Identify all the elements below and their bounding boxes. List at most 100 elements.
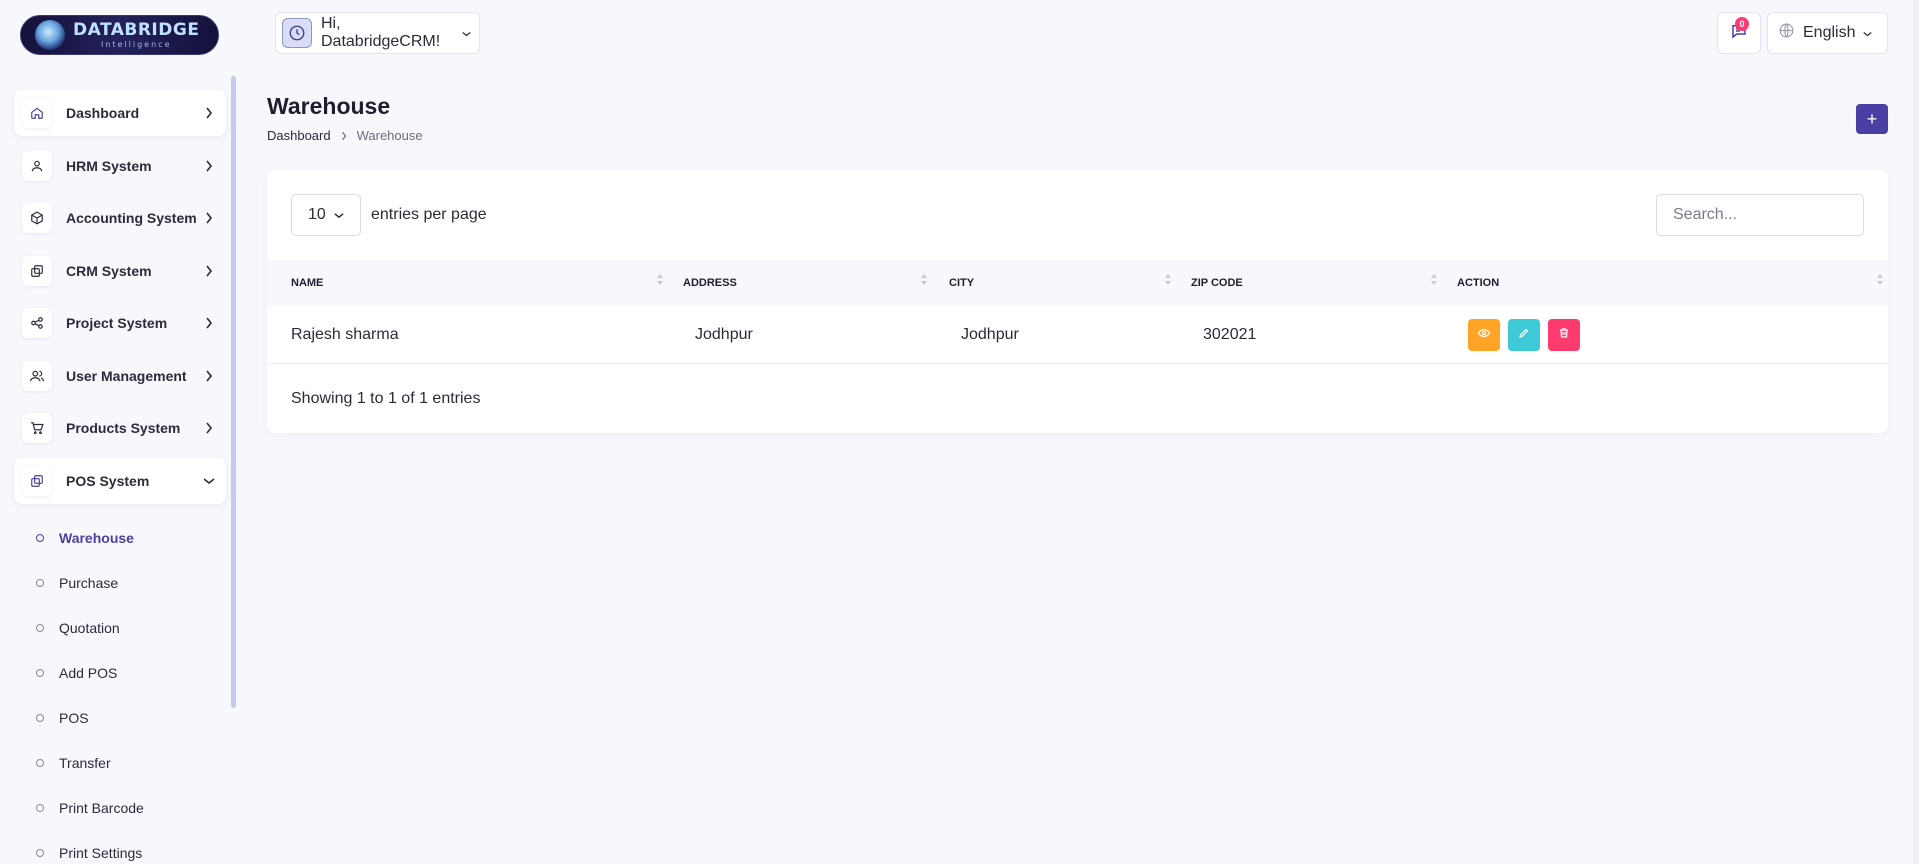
sidebar-item-dashboard[interactable]: Dashboard — [14, 90, 226, 136]
sidebar-item-label: User Management — [66, 367, 187, 384]
notification-badge: 0 — [1735, 17, 1749, 31]
sidebar-item-user-management[interactable]: User Management — [14, 353, 226, 399]
submenu-label: Purchase — [59, 574, 119, 591]
sidebar-item-label: HRM System — [66, 157, 152, 174]
eye-icon — [1477, 326, 1491, 344]
chevron-down-icon — [1863, 24, 1873, 42]
submenu-item-print-barcode[interactable]: Print Barcode — [36, 785, 226, 830]
chevron-right-icon — [202, 106, 216, 120]
column-header-city[interactable]: CITY — [949, 260, 974, 306]
bullet-icon — [36, 578, 44, 587]
chevron-right-icon — [202, 264, 216, 278]
chevron-right-icon — [202, 421, 216, 435]
sidebar-item-label: CRM System — [66, 262, 152, 279]
chevron-down-icon — [334, 206, 344, 224]
sort-icon — [921, 274, 927, 285]
add-warehouse-button[interactable]: + — [1856, 104, 1888, 134]
sidebar-item-hrm[interactable]: HRM System — [14, 143, 226, 189]
pencil-icon — [1518, 326, 1530, 344]
cart-icon — [22, 413, 52, 443]
delete-button[interactable] — [1548, 319, 1580, 351]
sidebar-nav: Dashboard HRM System Accounting System C… — [14, 90, 226, 510]
column-label: ADDRESS — [683, 277, 737, 289]
user-icon — [22, 150, 52, 181]
column-header-address[interactable]: ADDRESS — [683, 260, 737, 306]
bullet-icon — [36, 803, 44, 812]
language-label: English — [1803, 24, 1856, 41]
user-menu-button[interactable]: Hi, DatabridgeCRM! — [275, 12, 480, 54]
chevron-right-icon — [341, 131, 347, 141]
chevron-right-icon — [202, 369, 216, 383]
search-input[interactable] — [1656, 194, 1864, 236]
avatar — [282, 18, 312, 48]
sidebar-item-label: Accounting System — [66, 210, 197, 226]
bullet-icon — [36, 848, 44, 857]
submenu-item-transfer[interactable]: Transfer — [36, 740, 226, 785]
sidebar-item-accounting[interactable]: Accounting System — [14, 195, 226, 241]
warehouse-table-card: 10 entries per page NAME ADDRESS CITY ZI… — [267, 170, 1888, 433]
sort-icon — [1877, 274, 1883, 285]
logo-mark-icon — [35, 20, 65, 50]
bullet-icon — [36, 623, 44, 632]
submenu-item-warehouse[interactable]: Warehouse — [36, 515, 226, 560]
submenu-item-pos[interactable]: POS — [36, 695, 226, 740]
chevron-right-icon — [202, 211, 216, 225]
submenu-label: Add POS — [59, 664, 118, 681]
sidebar-item-products[interactable]: Products System — [14, 405, 226, 451]
submenu-item-print-settings[interactable]: Print Settings — [36, 830, 226, 864]
bullet-icon — [36, 533, 44, 542]
cell-actions — [1468, 306, 1588, 364]
bullet-icon — [36, 713, 44, 722]
breadcrumb-dashboard[interactable]: Dashboard — [267, 128, 331, 143]
sidebar-item-label: POS System — [66, 472, 150, 489]
sidebar-item-label: Dashboard — [66, 105, 140, 121]
language-selector[interactable]: English — [1767, 12, 1888, 54]
submenu-item-quotation[interactable]: Quotation — [36, 605, 226, 650]
sidebar: DATABRIDGE Intelligence Dashboard HRM Sy… — [0, 0, 240, 864]
sidebar-item-label: Project System — [66, 315, 168, 331]
submenu-label: Transfer — [59, 754, 111, 771]
sidebar-item-crm[interactable]: CRM System — [14, 248, 226, 294]
column-label: ACTION — [1457, 277, 1500, 289]
cell-address: Jodhpur — [695, 326, 753, 343]
brand-name: DATABRIDGE — [73, 19, 200, 40]
chevron-down-icon — [202, 474, 216, 488]
column-header-zip-code[interactable]: ZIP CODE — [1191, 260, 1243, 306]
per-page-label: entries per page — [371, 206, 487, 223]
column-header-action[interactable]: ACTION — [1457, 260, 1499, 306]
layers-icon — [22, 465, 52, 496]
submenu-item-purchase[interactable]: Purchase — [36, 560, 226, 605]
sidebar-item-pos[interactable]: POS System — [14, 457, 226, 504]
per-page-select[interactable]: 10 — [291, 194, 361, 236]
view-button[interactable] — [1468, 319, 1500, 351]
cell-name: Rajesh sharma — [291, 326, 399, 343]
table-row: Rajesh sharma Jodhpur Jodhpur 302021 — [267, 306, 1888, 364]
sidebar-item-label: Products System — [66, 420, 181, 436]
submenu-item-add-pos[interactable]: Add POS — [36, 650, 226, 695]
column-label: CITY — [949, 277, 975, 289]
column-label: NAME — [291, 277, 324, 289]
table-info: Showing 1 to 1 of 1 entries — [291, 390, 481, 407]
breadcrumb: Dashboard Warehouse — [267, 128, 423, 143]
share-icon — [22, 308, 52, 338]
page-scrollbar[interactable] — [1913, 0, 1919, 864]
trash-icon — [1558, 326, 1570, 344]
pos-submenu: Warehouse Purchase Quotation Add POS POS… — [36, 515, 226, 864]
table-header: NAME ADDRESS CITY ZIP CODE ACTION — [267, 260, 1888, 306]
entries-per-page: 10 entries per page — [291, 194, 487, 236]
sidebar-item-project[interactable]: Project System — [14, 300, 226, 346]
layers-icon — [22, 255, 52, 286]
sidebar-scrollbar[interactable] — [231, 76, 236, 708]
edit-button[interactable] — [1508, 319, 1540, 351]
per-page-value: 10 — [308, 206, 326, 223]
column-header-name[interactable]: NAME — [291, 260, 323, 306]
sort-icon — [657, 274, 663, 285]
users-icon — [22, 360, 52, 391]
user-greeting: Hi, DatabridgeCRM! — [321, 15, 441, 50]
column-label: ZIP CODE — [1191, 277, 1243, 289]
brand-logo[interactable]: DATABRIDGE Intelligence — [20, 15, 219, 55]
sort-icon — [1165, 274, 1171, 285]
notifications-button[interactable]: 0 — [1717, 12, 1761, 54]
submenu-label: Quotation — [59, 619, 120, 636]
submenu-label: Print Barcode — [59, 799, 144, 816]
